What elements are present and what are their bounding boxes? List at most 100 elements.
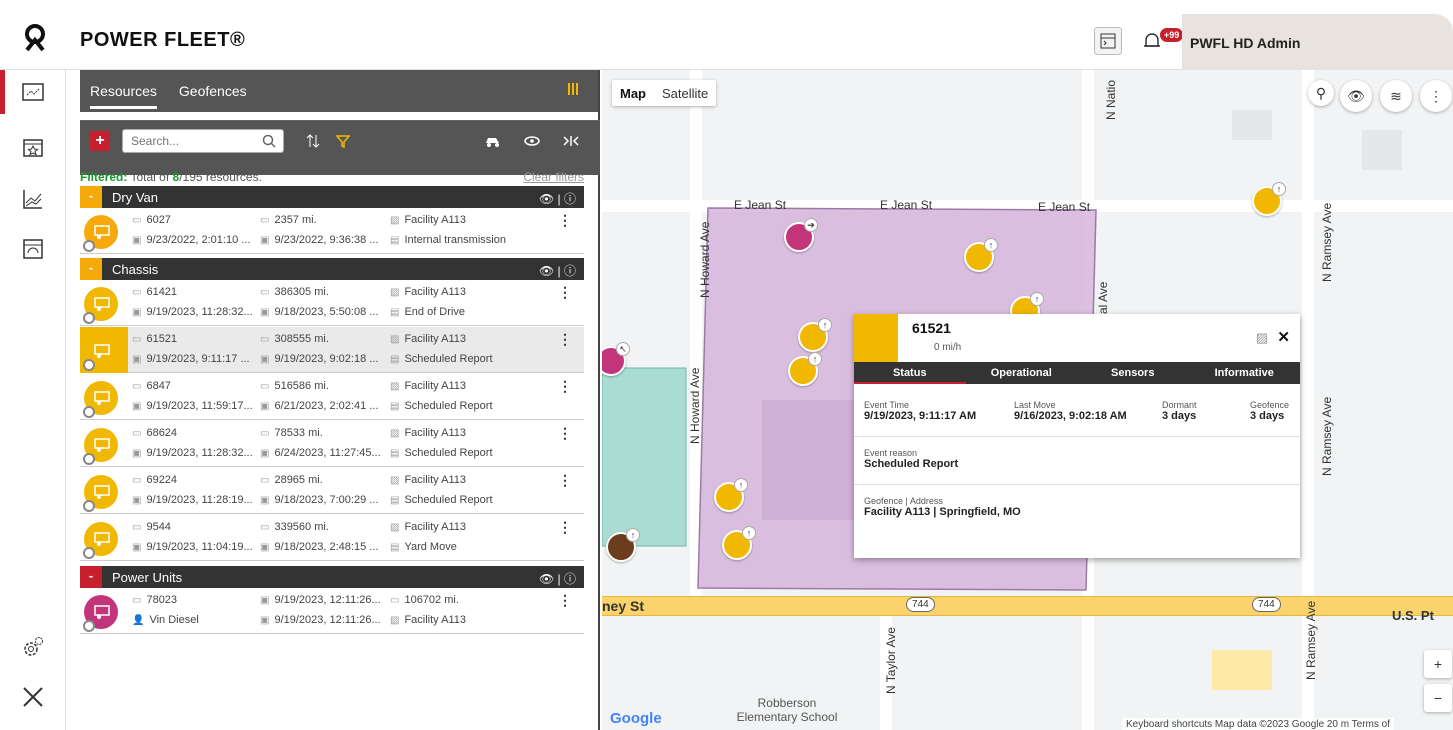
clear-filters-link[interactable]: Clear filters: [523, 170, 584, 184]
mileage: ▭ 339560 mi.: [260, 521, 329, 533]
sort-icon[interactable]: [306, 134, 320, 148]
location: ▨ Facility A113: [390, 286, 467, 298]
zoom-out-button[interactable]: −: [1424, 684, 1452, 712]
table-row[interactable]: ▭ 61421 ▭ 386305 mi. ▨ Facility A113 ▣ 9/19/…: [80, 280, 584, 326]
rail-map-button[interactable]: [16, 75, 50, 109]
event-time: ▣ 9/19/2023, 11:28:19...: [132, 494, 253, 506]
event-reason-label: Event reason: [864, 448, 918, 458]
mileage: ▭ 2357 mi.: [260, 214, 317, 226]
location: ▨ Facility A113: [390, 474, 467, 486]
mileage: ▭ 516586 mi.: [260, 380, 329, 392]
table-row[interactable]: ▭ 6027 ▭ 2357 mi. ▨ Facility A113 ▣ 9/23/202…: [80, 208, 584, 254]
user-menu[interactable]: PWFL HD Admin: [1182, 14, 1453, 70]
eye-icon[interactable]: [524, 134, 540, 148]
last-move: ▣ 9/18/2023, 5:50:08 ...: [260, 306, 379, 318]
table-row[interactable]: ▭ 9544 ▭ 339560 mi. ▨ Facility A113 ▣ 9/19/2…: [80, 515, 584, 561]
collapse-group-button[interactable]: -: [80, 566, 102, 588]
zoom-in-button[interactable]: +: [1424, 650, 1452, 678]
asset-id: ▭ 61421: [132, 286, 178, 298]
last-move: ▣ 6/21/2023, 2:02:41 ...: [260, 400, 379, 412]
map-type-map[interactable]: Map: [612, 86, 654, 101]
filter-text-post: /195 resources.: [179, 170, 262, 184]
chart-icon: [23, 190, 42, 209]
group-visibility-icon[interactable]: 👁 | ⓘ: [539, 262, 576, 279]
map-view[interactable]: E Jean St E Jean St E Jean St N Howard A…: [602, 70, 1453, 730]
table-row[interactable]: ▭ 69224 ▭ 28965 mi. ▨ Facility A113 ▣ 9/19/2…: [80, 468, 584, 514]
popup-asset-id: 61521: [912, 320, 951, 336]
asset-id: ▭ 61521: [132, 333, 178, 345]
tab-sensors[interactable]: Sensors: [1077, 362, 1189, 384]
map-type-satellite[interactable]: Satellite: [654, 86, 716, 101]
tab-status[interactable]: Status: [854, 362, 966, 384]
column-settings-icon[interactable]: [566, 82, 580, 96]
rail-calendar-button[interactable]: [16, 130, 50, 164]
map-type-toggle[interactable]: Map Satellite: [612, 80, 717, 106]
collapse-group-button[interactable]: -: [80, 258, 102, 280]
vehicle-marker[interactable]: ↑: [1252, 182, 1286, 216]
rail-tools-button[interactable]: [16, 680, 50, 714]
group-visibility-icon[interactable]: 👁 | ⓘ: [539, 190, 576, 207]
row-menu-button[interactable]: ⋮: [558, 519, 572, 536]
street-label: N Howard Ave: [688, 367, 702, 444]
street-label: N Ramsey Ave: [1320, 396, 1334, 476]
console-button[interactable]: [1094, 27, 1122, 55]
tab-informative[interactable]: Informative: [1189, 362, 1301, 384]
tab-geofences[interactable]: Geofences: [179, 73, 247, 109]
vehicle-marker[interactable]: ↑: [788, 352, 822, 386]
map-attribution[interactable]: Keyboard shortcuts Map data ©2023 Google…: [1122, 718, 1394, 730]
row-menu-button[interactable]: ⋮: [558, 425, 572, 442]
tab-resources[interactable]: Resources: [90, 73, 157, 109]
rail-analytics-button[interactable]: [16, 182, 50, 216]
tab-operational[interactable]: Operational: [966, 362, 1078, 384]
collapse-group-button[interactable]: -: [80, 186, 102, 208]
user-name: PWFL HD Admin: [1190, 35, 1301, 51]
map-visibility-button[interactable]: 👁: [1340, 80, 1372, 112]
row-menu-button[interactable]: ⋮: [558, 472, 572, 489]
row-menu-button[interactable]: ⋮: [558, 284, 572, 301]
row-menu-button[interactable]: ⋮: [558, 592, 572, 609]
panel-tabs: Resources Geofences: [80, 70, 598, 112]
row-menu-button[interactable]: ⋮: [558, 378, 572, 395]
rail-dashboard-button[interactable]: [16, 232, 50, 266]
vehicle-marker[interactable]: ↑: [606, 528, 640, 562]
map-search-button[interactable]: ⚲: [1308, 80, 1334, 106]
vehicle-marker[interactable]: ↑: [714, 478, 748, 512]
mileage: ▭ 308555 mi.: [260, 333, 329, 345]
location: ▨ Facility A113: [390, 333, 467, 345]
rail-settings-button[interactable]: [16, 630, 50, 664]
asset-id: ▭ 6027: [132, 214, 171, 226]
search-input[interactable]: [122, 129, 284, 153]
table-row[interactable]: ▭ 78023 ▣ 9/19/2023, 12:11:26... ▭ 106702 m…: [80, 588, 584, 634]
driver: 👤 Vin Diesel: [132, 614, 199, 626]
vehicle-marker[interactable]: ↑: [964, 238, 998, 272]
event-time: ▣ 9/19/2023, 11:28:32...: [132, 306, 253, 318]
filter-icon[interactable]: [336, 134, 350, 148]
group-header[interactable]: - Power Units 👁 | ⓘ: [80, 566, 584, 588]
notification-badge: +99: [1160, 28, 1184, 42]
group-header[interactable]: - Dry Van 👁 | ⓘ: [80, 186, 584, 208]
calendar-icon: [23, 139, 43, 157]
asset-id: ▭ 9544: [132, 521, 171, 533]
group-header[interactable]: - Chassis 👁 | ⓘ: [80, 258, 584, 280]
row-menu-button[interactable]: ⋮: [558, 212, 572, 229]
map-more-button[interactable]: ⋮: [1420, 80, 1452, 112]
table-row[interactable]: ▭ 6847 ▭ 516586 mi. ▨ Facility A113 ▣ 9/19/2…: [80, 374, 584, 420]
table-row-selected[interactable]: ▭ 61521 ▭ 308555 mi. ▨ Facility A113 ▣ 9/19/…: [80, 327, 584, 373]
vehicle-marker[interactable]: ↑: [722, 526, 756, 560]
vehicle-icon[interactable]: [484, 134, 502, 148]
trailer-icon: [94, 391, 110, 405]
resource-panel: Resources Geofences + Filtered: Total of…: [80, 70, 600, 730]
popup-tabs: Status Operational Sensors Informative: [854, 362, 1300, 384]
group-visibility-icon[interactable]: 👁 | ⓘ: [539, 570, 576, 587]
rail-active-indicator: [0, 70, 5, 114]
vehicle-marker[interactable]: ➔: [784, 218, 818, 252]
layers-icon: ≋: [1390, 87, 1402, 104]
vehicle-marker[interactable]: ↑: [798, 318, 832, 352]
table-row[interactable]: ▭ 68624 ▭ 78533 mi. ▨ Facility A113 ▣ 9/19/2…: [80, 421, 584, 467]
close-icon[interactable]: ✕: [1277, 328, 1290, 346]
map-layers-button[interactable]: ≋: [1380, 80, 1412, 112]
filter-summary: Filtered: Total of 8/195 resources. Clea…: [80, 170, 584, 186]
row-menu-button[interactable]: ⋮: [558, 331, 572, 348]
collapse-icon[interactable]: [562, 134, 580, 148]
add-button[interactable]: +: [90, 131, 110, 151]
